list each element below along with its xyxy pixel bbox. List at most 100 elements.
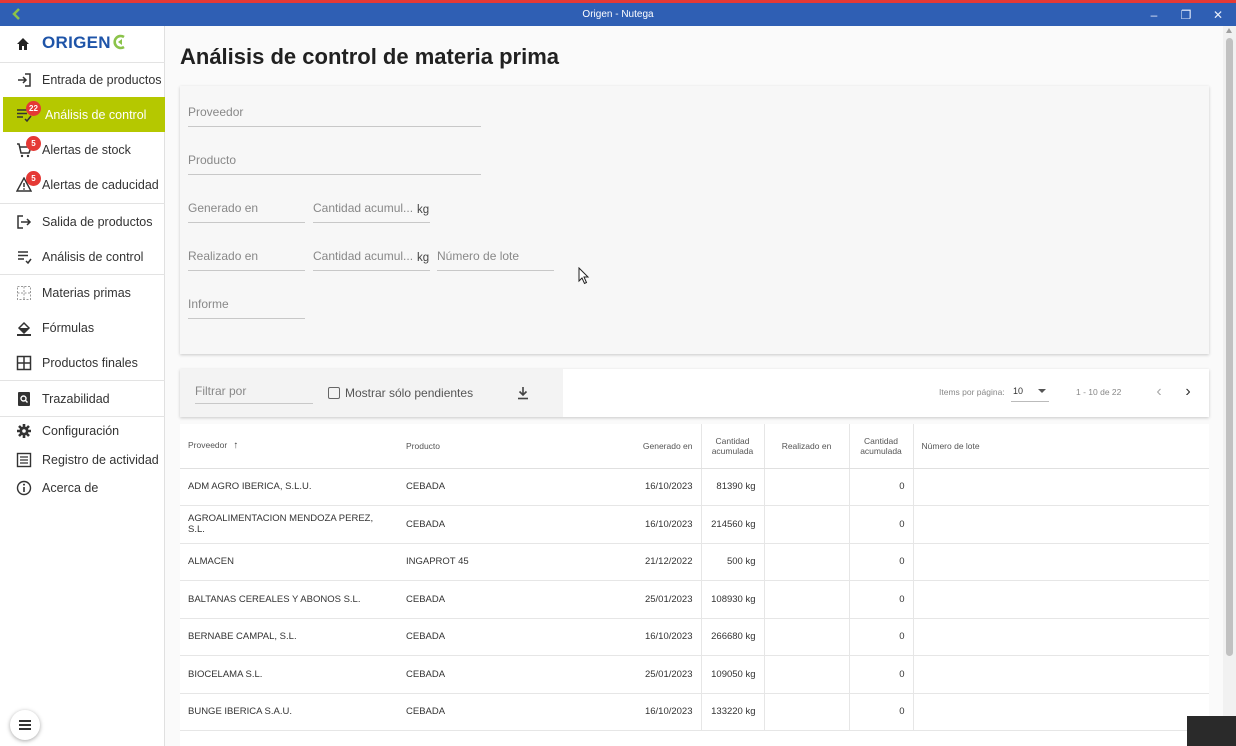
table-row[interactable]: BUNGE IBERICA S.A.U. CEBADA 16/10/2023 1… (180, 693, 1209, 731)
sidebar-item-acerca-de[interactable]: Acerca de (0, 474, 165, 503)
sidebar-item-label: Alertas de caducidad (42, 178, 159, 192)
video-thumbnail (1187, 716, 1236, 746)
sidebar-item-registro-actividad[interactable]: Registro de actividad (0, 445, 165, 474)
column-header-cantidad-acumulada[interactable]: Cantidad acumulada (700, 424, 764, 469)
menu-button[interactable] (10, 710, 40, 740)
sidebar-item-configuracion[interactable]: Configuración (0, 416, 165, 445)
sidebar-item-label: Salida de productos (42, 215, 153, 229)
pending-only-label[interactable]: Mostrar sólo pendientes (345, 386, 473, 400)
proveedor-field[interactable]: Proveedor (188, 103, 481, 127)
numero-lote-field[interactable]: Número de lote (437, 247, 554, 271)
informe-field[interactable]: Informe (188, 295, 305, 319)
column-header-producto[interactable]: Producto (398, 424, 617, 469)
pending-only-checkbox[interactable] (328, 387, 340, 399)
cell-producto: CEBADA (398, 505, 617, 544)
cell-cantidad: 266680 kg (700, 618, 764, 656)
notification-badge: 5 (26, 136, 41, 151)
column-header-numero-lote[interactable]: Número de lote (912, 424, 1209, 469)
next-page-button[interactable]: › (1178, 381, 1198, 403)
sidebar-item-analisis-control-pendientes[interactable]: 22 Análisis de control (3, 97, 165, 132)
download-icon[interactable] (516, 386, 530, 400)
cell-cantidad-realizada: 0 (848, 580, 913, 619)
maximize-button[interactable]: ❐ (1175, 6, 1197, 24)
sidebar-item-alertas-caducidad[interactable]: 5 Alertas de caducidad (0, 167, 165, 202)
cell-producto: CEBADA (398, 468, 617, 506)
sidebar-item-label: Materias primas (42, 286, 131, 300)
column-header-realizado-en[interactable]: Realizado en (763, 424, 849, 469)
column-header-cantidad-acumulada[interactable]: Cantidad acumulada (848, 424, 913, 469)
table-row[interactable]: ADM AGRO IBERICA, S.L.U. CEBADA 16/10/20… (180, 468, 1209, 506)
cell-producto: CEBADA (398, 655, 617, 694)
grid-dotted-icon (17, 286, 31, 300)
cell-cantidad: 108930 kg (700, 580, 764, 619)
page-title: Análisis de control de materia prima (180, 44, 560, 69)
realizado-en-field[interactable]: Realizado en (188, 247, 305, 271)
scroll-up-arrow-icon[interactable] (1226, 28, 1232, 33)
sidebar-item-materias-primas[interactable]: Materias primas (0, 275, 165, 310)
table-row[interactable]: BIOCELAMA S.L. CEBADA 25/01/2023 109050 … (180, 655, 1209, 694)
sidebar-item-alertas-stock[interactable]: 5 Alertas de stock (0, 132, 165, 167)
cell-generado-en: 16/10/2023 (617, 618, 701, 656)
cell-cantidad-realizada: 0 (848, 505, 913, 544)
minimize-button[interactable]: – (1143, 6, 1165, 24)
cell-cantidad-realizada: 0 (848, 693, 913, 731)
column-header-generado-en[interactable]: Generado en (617, 424, 701, 469)
menu-icon (19, 720, 31, 722)
cell-cantidad: 214560 kg (700, 505, 764, 544)
home-icon[interactable] (16, 37, 30, 51)
cell-numero-lote (912, 468, 1209, 506)
cell-producto: CEBADA (398, 618, 617, 656)
table-row[interactable]: BERNABE CAMPAL, S.L. CEBADA 16/10/2023 2… (180, 618, 1209, 656)
sidebar-item-trazabilidad[interactable]: Trazabilidad (0, 381, 165, 416)
cell-numero-lote (912, 580, 1209, 619)
filter-panel: Proveedor Producto Generado en Cantidad … (180, 86, 1209, 354)
table-row[interactable]: BALTANAS CEREALES Y ABONOS S.L. CEBADA 2… (180, 580, 1209, 619)
cell-generado-en: 21/12/2022 (617, 543, 701, 581)
cell-producto: INGAPROT 45 (398, 543, 617, 581)
table-row[interactable]: ALMACEN INGAPROT 45 21/12/2022 500 kg 0 (180, 543, 1209, 581)
unit-label: kg (417, 252, 430, 264)
sidebar-item-label: Análisis de control (42, 250, 144, 264)
table-header-row: Proveedor ↑ Producto Generado en Cantidad… (180, 424, 1209, 469)
sidebar-item-label: Productos finales (42, 356, 138, 370)
brand-header[interactable]: ORIGEN (0, 26, 165, 62)
table-toolbar: Filtrar por Mostrar sólo pendientes Item… (180, 369, 1209, 417)
close-button[interactable]: ✕ (1207, 6, 1229, 24)
gear-icon (17, 424, 31, 438)
info-icon (16, 480, 32, 496)
cell-realizado-en (763, 655, 849, 694)
generado-en-field[interactable]: Generado en (188, 199, 305, 223)
cell-generado-en: 16/10/2023 (617, 505, 701, 544)
cell-numero-lote (912, 543, 1209, 581)
sidebar-item-label: Fórmulas (42, 321, 95, 335)
cell-proveedor: ADM AGRO IBERICA, S.L.U. (180, 468, 398, 506)
sidebar-item-formulas[interactable]: Fórmulas (0, 310, 165, 345)
sidebar-item-label: Alertas de stock (42, 143, 131, 157)
scrollbar-thumb[interactable] (1226, 38, 1233, 656)
window-title: Origen - Nutega (582, 9, 654, 20)
cell-numero-lote (912, 618, 1209, 656)
sidebar-item-label: Registro de actividad (42, 453, 159, 467)
checklist-icon (18, 251, 32, 265)
previous-page-button[interactable]: ‹ (1149, 381, 1169, 403)
sidebar-item-salida-productos[interactable]: Salida de productos (0, 204, 165, 239)
brand-name: ORIGEN (42, 33, 111, 52)
sidebar-item-productos-finales[interactable]: Productos finales (0, 345, 165, 380)
filter-input[interactable]: Filtrar por (195, 380, 313, 404)
vertical-scrollbar[interactable] (1223, 26, 1236, 746)
login-icon (18, 73, 31, 87)
sidebar-item-analisis-control[interactable]: Análisis de control (0, 239, 165, 274)
notification-badge: 22 (26, 101, 41, 116)
cell-realizado-en (763, 505, 849, 544)
cantidad-acumulada-field[interactable]: Cantidad acumul... (313, 199, 430, 223)
column-header-proveedor[interactable]: Proveedor ↑ (180, 424, 398, 469)
data-table: Proveedor ↑ Producto Generado en Cantidad… (180, 424, 1209, 746)
chevron-down-icon (1038, 389, 1046, 393)
items-per-page-select[interactable]: 10 (1011, 382, 1049, 402)
notification-badge: 5 (26, 171, 41, 186)
cantidad-acumulada-field[interactable]: Cantidad acumul... (313, 247, 430, 271)
cell-generado-en: 16/10/2023 (617, 693, 701, 731)
producto-field[interactable]: Producto (188, 151, 481, 175)
table-row[interactable]: AGROALIMENTACION MENDOZA PEREZ, S.L. CEB… (180, 505, 1209, 544)
sidebar-item-entrada-productos[interactable]: Entrada de productos (0, 62, 165, 97)
